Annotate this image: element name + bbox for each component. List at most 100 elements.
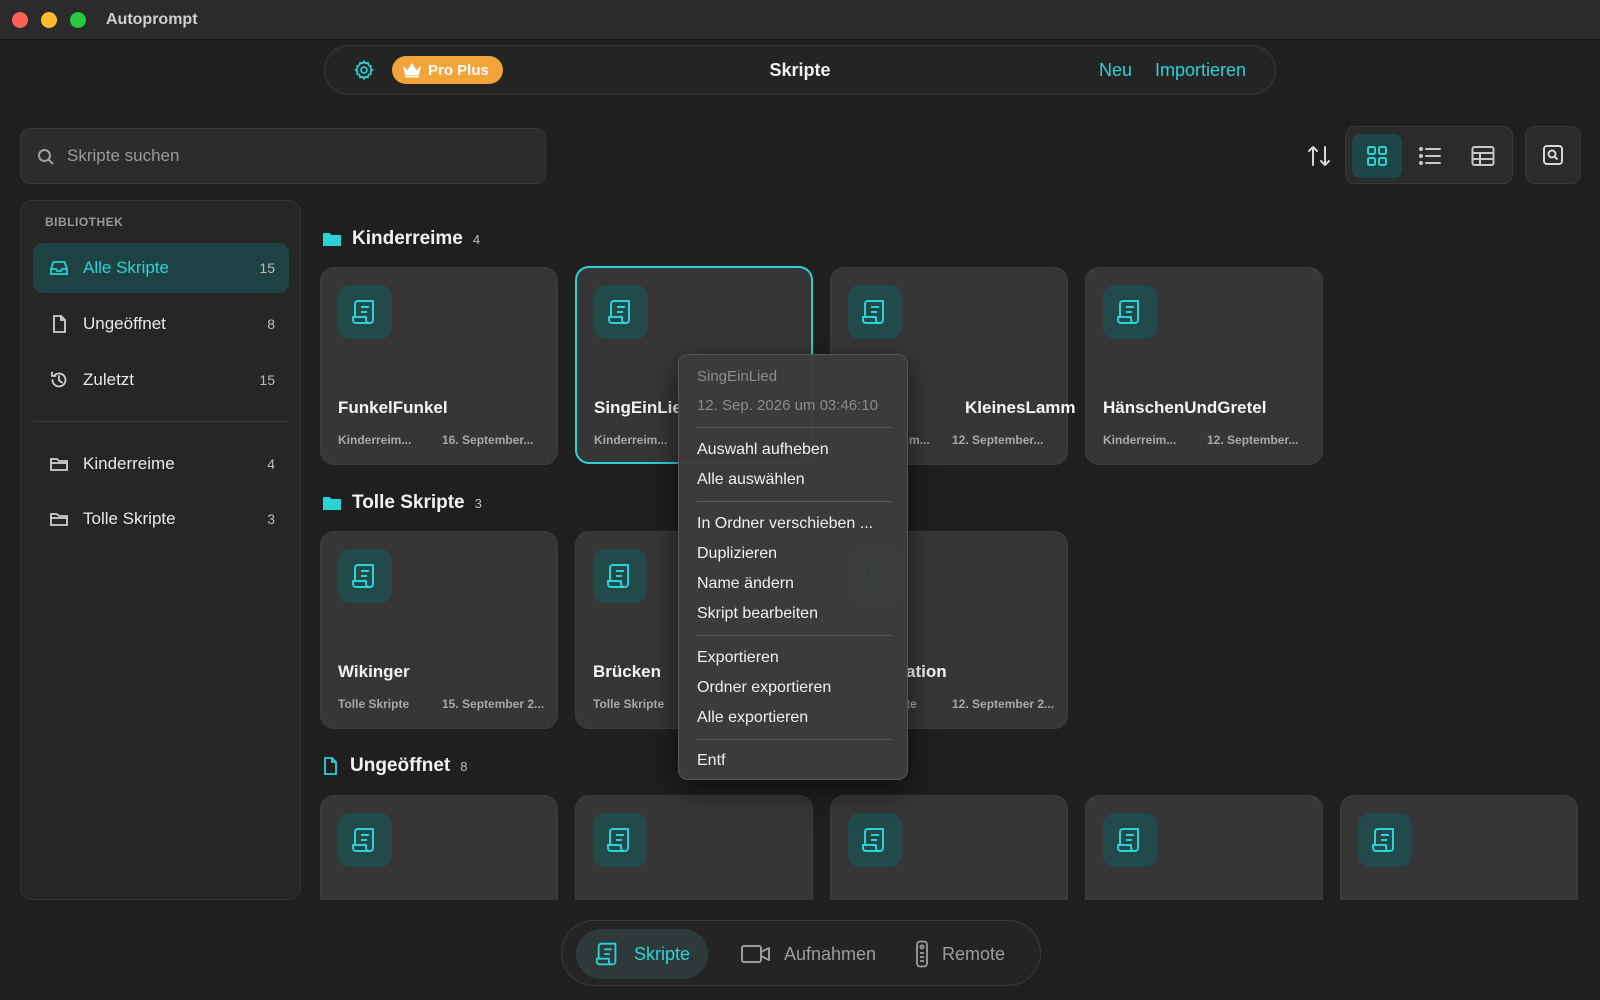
quick-search-button[interactable]: [1525, 126, 1581, 184]
menu-item-deselect[interactable]: Auswahl aufheben: [697, 441, 829, 459]
tab-label: Skripte: [634, 943, 691, 964]
minimize-window-button[interactable]: [41, 12, 57, 28]
card-date: 15. September 2...: [442, 697, 545, 711]
unopened-cards-row: [310, 780, 1600, 900]
menu-item-select-all[interactable]: Alle auswählen: [697, 471, 805, 489]
script-card[interactable]: FunkelFunkel Kinderreim... 16. September…: [320, 267, 558, 465]
script-icon: [593, 549, 647, 603]
script-icon: [338, 813, 392, 867]
tab-recordings[interactable]: Aufnahmen: [722, 929, 894, 979]
sidebar-header: BIBLIOTHEK: [45, 215, 124, 229]
grid-icon: [1367, 146, 1387, 166]
section-title: Kinderreime: [352, 228, 463, 249]
menu-item-duplicate[interactable]: Duplizieren: [697, 545, 777, 563]
menu-item-delete[interactable]: Entf: [697, 752, 725, 770]
sidebar-item-count: 15: [259, 372, 275, 388]
script-card[interactable]: [1340, 795, 1578, 900]
script-icon: [593, 813, 647, 867]
script-card[interactable]: [575, 795, 813, 900]
sidebar-item-label: Tolle Skripte: [83, 509, 176, 528]
card-folder: Tolle Skripte: [593, 697, 665, 711]
card-title: Wikinger: [338, 662, 410, 681]
sidebar-item-unopened[interactable]: Ungeöffnet 8: [33, 299, 289, 349]
zoom-window-button[interactable]: [70, 12, 86, 28]
inbox-icon: [50, 261, 68, 275]
menu-item-move-to-folder[interactable]: In Ordner verschieben ...: [697, 515, 873, 533]
list-view-button[interactable]: [1405, 134, 1455, 178]
section-count: 4: [472, 231, 481, 247]
context-menu-title: SingEinLied: [697, 368, 778, 385]
section-count: 3: [474, 495, 482, 511]
card-date: 12. September 2...: [952, 697, 1055, 711]
new-button[interactable]: Neu: [1099, 60, 1132, 81]
menu-item-rename[interactable]: Name ändern: [697, 575, 794, 593]
sidebar-item-label: Alle Skripte: [83, 258, 169, 277]
script-card[interactable]: HänschenUndGretel Kinderreim... 12. Sept…: [1085, 267, 1323, 465]
grid-view-button[interactable]: [1352, 134, 1402, 178]
crown-icon: [403, 63, 421, 78]
section-header-unopened[interactable]: Ungeöffnet 8: [322, 755, 468, 777]
card-title: FunkelFunkel: [338, 398, 448, 417]
menu-item-export-all[interactable]: Alle exportieren: [697, 709, 808, 727]
script-card[interactable]: [830, 795, 1068, 900]
folder-icon: [50, 513, 68, 526]
folder-icon: [323, 233, 341, 246]
sidebar-item-folder-tolle-skripte[interactable]: Tolle Skripte 3: [33, 494, 289, 544]
section-header-kinderreime[interactable]: Kinderreime 4: [322, 228, 480, 250]
sidebar-item-count: 3: [267, 511, 275, 527]
document-icon: [324, 757, 337, 775]
script-card[interactable]: [1085, 795, 1323, 900]
folder-icon: [50, 458, 68, 471]
sidebar-item-recent[interactable]: Zuletzt 15: [33, 355, 289, 405]
sort-icon[interactable]: [1304, 141, 1334, 171]
menu-separator: [697, 427, 891, 428]
menu-item-export[interactable]: Exportieren: [697, 649, 779, 667]
tab-scripts[interactable]: Skripte: [576, 929, 709, 979]
menu-separator: [697, 739, 891, 740]
card-folder: Kinderreim...: [1103, 433, 1177, 447]
sidebar-item-folder-kinderreime[interactable]: Kinderreime 4: [33, 439, 289, 489]
context-menu: SingEinLied 12. Sep. 2026 um 03:46:10 Au…: [678, 354, 908, 780]
sidebar-divider: [33, 421, 289, 422]
video-camera-icon: [741, 945, 770, 963]
script-card[interactable]: [320, 795, 558, 900]
card-date: 12. September...: [1207, 433, 1299, 447]
section-title: Tolle Skripte: [352, 492, 465, 513]
sidebar-item-label: Zuletzt: [83, 370, 135, 389]
history-icon: [51, 371, 67, 388]
script-icon: [595, 942, 617, 966]
card-title: ation: [906, 662, 947, 681]
close-window-button[interactable]: [12, 12, 28, 28]
tab-remote[interactable]: Remote: [896, 929, 1023, 979]
script-icon: [1103, 285, 1157, 339]
section-count: 8: [460, 758, 468, 774]
view-mode-switcher: [1345, 126, 1513, 184]
card-title: Brücken: [593, 662, 662, 681]
folder-icon: [323, 497, 341, 510]
sidebar-item-label: Kinderreime: [83, 454, 175, 473]
table-icon: [1471, 146, 1495, 166]
menu-separator: [697, 635, 891, 636]
list-icon: [1419, 147, 1441, 165]
sidebar: BIBLIOTHEK Alle Skripte 15 Ungeöffnet 8 …: [20, 200, 301, 900]
pro-plus-badge[interactable]: Pro Plus: [392, 56, 503, 84]
script-icon: [1358, 813, 1412, 867]
table-view-button[interactable]: [1458, 134, 1508, 178]
import-button[interactable]: Importieren: [1155, 60, 1246, 81]
gear-icon[interactable]: [353, 59, 375, 81]
script-card[interactable]: Wikinger Tolle Skripte 15. September 2..…: [320, 531, 558, 729]
script-icon: [1103, 813, 1157, 867]
tab-label: Aufnahmen: [784, 943, 877, 964]
menu-item-export-folder[interactable]: Ordner exportieren: [697, 679, 831, 697]
sidebar-item-count: 8: [267, 316, 275, 332]
script-icon: [848, 285, 902, 339]
search-input[interactable]: [67, 137, 527, 175]
pro-plus-label: Pro Plus: [428, 61, 489, 79]
menu-item-edit-script[interactable]: Skript bearbeiten: [697, 605, 818, 623]
script-icon: [848, 813, 902, 867]
menu-separator: [697, 501, 891, 502]
section-header-tolle-skripte[interactable]: Tolle Skripte 3: [322, 492, 482, 514]
tab-label: Remote: [942, 943, 1006, 964]
card-folder: Kinderreim...: [338, 433, 412, 447]
sidebar-item-all-scripts[interactable]: Alle Skripte 15: [33, 243, 289, 293]
